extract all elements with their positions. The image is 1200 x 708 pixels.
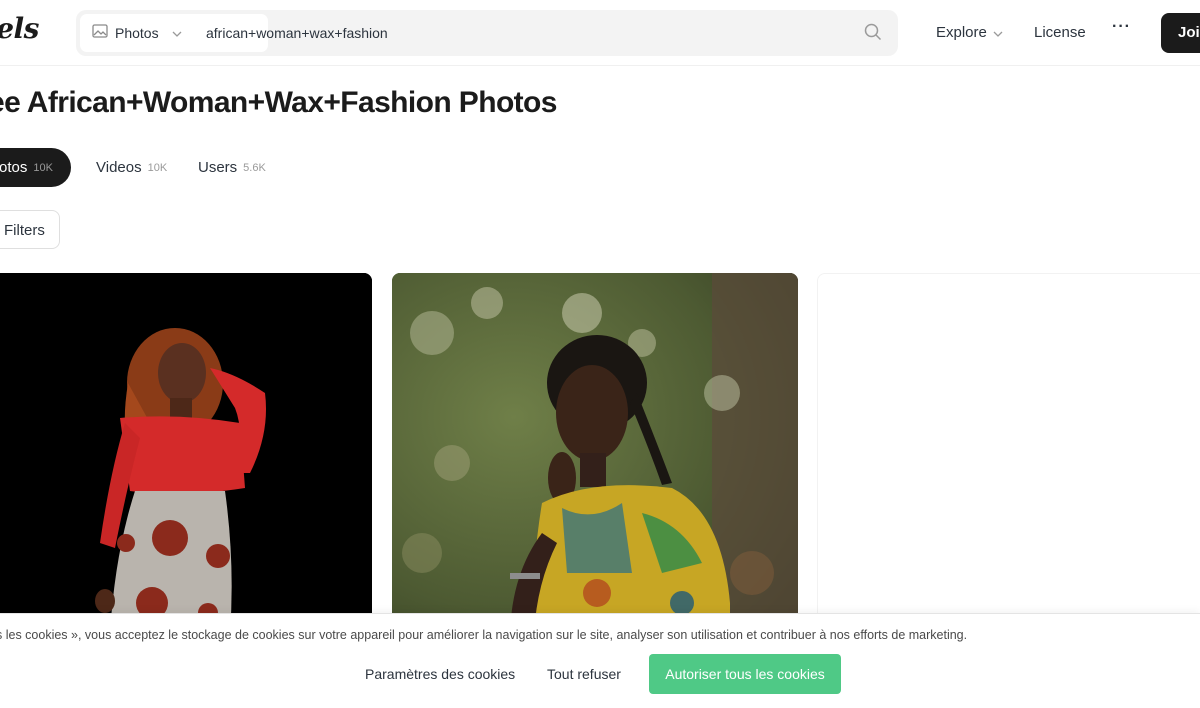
top-navbar: xels Photos Explore License ··· Join [0,0,1200,66]
tab-label: otos [0,159,28,176]
photo-card-placeholder[interactable] [817,273,1200,633]
tab-users[interactable]: Users 5.6K [198,148,266,187]
image-icon [92,23,108,43]
filters-button[interactable]: Filters [0,210,60,249]
tab-label: Users [198,159,238,176]
cookie-settings-button[interactable]: Paramètres des cookies [365,666,515,682]
photo-woman-braids [392,273,798,633]
join-button[interactable]: Join [1161,13,1200,53]
more-icon[interactable]: ··· [1112,18,1131,36]
tab-count: 10K [33,161,53,174]
page-title: ee African+Woman+Wax+Fashion Photos [0,86,557,119]
search-type-label: Photos [115,25,159,41]
pexels-logo[interactable]: xels [0,12,39,45]
nav-explore-label: Explore [936,24,987,41]
cookie-refuse-button[interactable]: Tout refuser [547,666,621,682]
chevron-down-icon [172,24,182,42]
search-input[interactable] [206,10,846,56]
photo-card[interactable] [0,273,372,633]
tab-count: 10K [147,161,168,174]
tab-count: 5.6K [243,161,266,174]
cookie-banner: s les cookies », vous acceptez le stocka… [0,613,1200,708]
tab-label: Videos [96,159,142,176]
search-bar: Photos [76,10,898,56]
photo-card[interactable] [392,273,798,633]
nav-explore[interactable]: Explore [936,24,1003,41]
nav-license[interactable]: License [1034,24,1086,41]
chevron-down-icon [993,24,1003,41]
tab-photos[interactable]: otos 10K [0,148,71,187]
tab-videos[interactable]: Videos 10K [96,148,167,187]
search-icon[interactable] [864,23,884,43]
cookie-message: s les cookies », vous acceptez le stocka… [0,628,968,642]
cookie-accept-button[interactable]: Autoriser tous les cookies [649,654,841,694]
photo-woman-red-top [0,273,372,633]
